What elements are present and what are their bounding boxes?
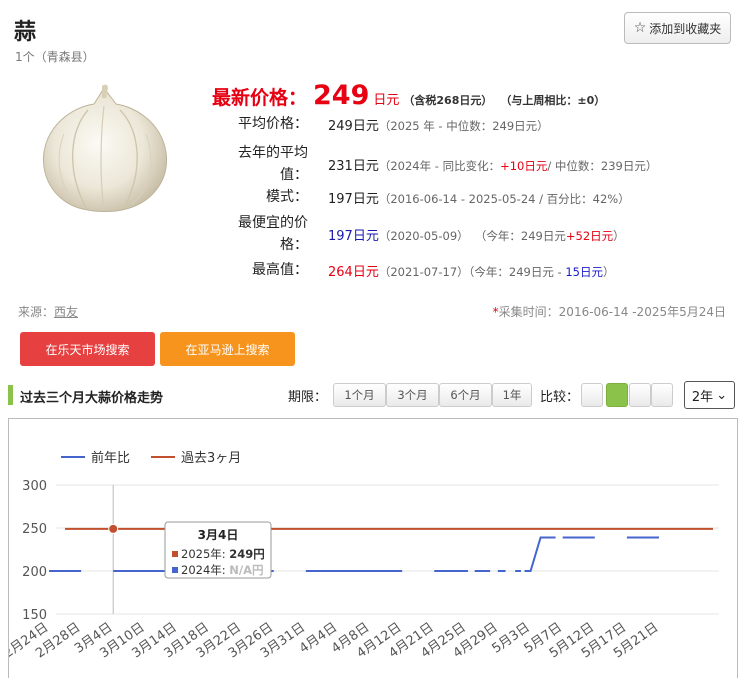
cheapest-price-value: 197日元（2020-05-09） （今年：249日元+52日元） (328, 228, 625, 244)
latest-price-week-change: （与上周相比：±0） (500, 94, 606, 107)
range-1-month-button[interactable]: 1个月 (333, 383, 386, 407)
hover-point (108, 523, 119, 534)
last-year-average-label: 去年的平均 值： (238, 145, 308, 183)
mode-label: 模式： (266, 189, 308, 205)
highest-price-label: 最高值： (252, 262, 308, 278)
last-year-average-row: 去年的平均 值： 231日元（2024年 - 同比变化：+10日元/ 中位数：23… (210, 142, 730, 186)
tooltip-swatch-prev-year (172, 567, 178, 573)
source-link[interactable]: 西友 (54, 305, 78, 319)
legend-label-prev-year: 前年比 (91, 450, 130, 466)
add-favorite-button[interactable]: ☆ 添加到收藏夹 (624, 12, 731, 44)
section-accent-bar (8, 385, 13, 405)
compare-label: 比较： (540, 390, 580, 405)
data-source: 来源：西友 (18, 305, 79, 319)
tooltip-title: 3月4日 (198, 528, 239, 542)
price-chart: 150 200 250 300 2月24日 2月28日 3月4日 3月10日 3月14日 3月18… (8, 418, 738, 678)
cheapest-price-label: 最便宜的价 格： (238, 215, 308, 253)
compare-toggle-4[interactable] (651, 383, 673, 407)
latest-price-label: 最新价格： (212, 87, 308, 109)
mode-value: 197日元（2016-06-14 - 2025-05-24 / 百分比：42%） (328, 191, 630, 207)
series-segment-prev-year (524, 536, 556, 572)
compare-toggle-1[interactable] (581, 383, 603, 407)
range-6-month-button[interactable]: 6个月 (439, 383, 492, 407)
highest-price-row: 最高值： 264日元（2021-07-17）（今年：249日元 - 15日元） (210, 259, 730, 281)
compare-toggle-2[interactable] (606, 383, 628, 407)
garlic-image (42, 84, 168, 212)
latest-price: 最新价格： 249 日元 （含税268日元） （与上周相比：±0） (212, 80, 605, 111)
product-title: 蒜 (14, 20, 37, 45)
amazon-search-button[interactable]: 在亚马逊上搜索 (160, 332, 295, 366)
latest-price-unit: 日元 (373, 93, 400, 108)
add-favorite-label: 添加到收藏夹 (649, 21, 722, 36)
y-tick-label: 300 (22, 479, 47, 494)
year-select[interactable]: 2年 ⌄ (684, 381, 735, 409)
chevron-down-icon: ⌄ (716, 387, 728, 403)
compare-toggle-3[interactable] (629, 383, 651, 407)
last-year-average-value: 231日元（2024年 - 同比变化：+10日元/ 中位数：239日元） (328, 158, 658, 174)
range-label: 期限： (288, 390, 328, 405)
average-price-row: 平均价格： 249日元（2025 年 - 中位数：249日元） (210, 113, 730, 135)
collection-period: *采集时间：2016-06-14 -2025年5月24日 (492, 305, 726, 319)
latest-price-value: 249 (313, 80, 370, 111)
average-price-value: 249日元（2025 年 - 中位数：249日元） (328, 118, 549, 134)
cheapest-price-row: 最便宜的价 格： 197日元（2020-05-09） （今年：249日元+52日元） (210, 212, 730, 256)
tooltip-swatch-recent (172, 551, 178, 557)
tooltip-line-2024: 2024年: N/A円 (181, 563, 264, 577)
highest-price-value: 264日元（2021-07-17）（今年：249日元 - 15日元） (328, 264, 615, 280)
range-3-month-button[interactable]: 3个月 (386, 383, 439, 407)
latest-price-tax: （含税268日元） (403, 94, 493, 107)
tooltip-line-2025: 2025年: 249円 (181, 547, 265, 561)
range-1-year-button[interactable]: 1年 (492, 383, 532, 407)
year-select-value: 2年 (691, 389, 714, 405)
average-price-label: 平均价格： (238, 116, 308, 132)
legend-label-recent: 過去3ヶ月 (181, 451, 241, 466)
star-icon: ☆ (633, 20, 647, 36)
y-tick-label: 150 (22, 608, 47, 623)
price-chart-svg: 1502002503002月24日2月28日3月4日3月10日3月14日3月18… (9, 450, 719, 661)
y-tick-label: 200 (22, 565, 47, 580)
rakuten-search-button[interactable]: 在乐天市场搜索 (20, 332, 155, 366)
y-tick-label: 250 (22, 522, 47, 537)
product-subtitle: 1个（青森县） (15, 50, 95, 64)
trend-section-title: 过去三个月大蒜价格走势 (20, 391, 164, 406)
mode-row: 模式： 197日元（2016-06-14 - 2025-05-24 / 百分比：… (210, 186, 730, 208)
